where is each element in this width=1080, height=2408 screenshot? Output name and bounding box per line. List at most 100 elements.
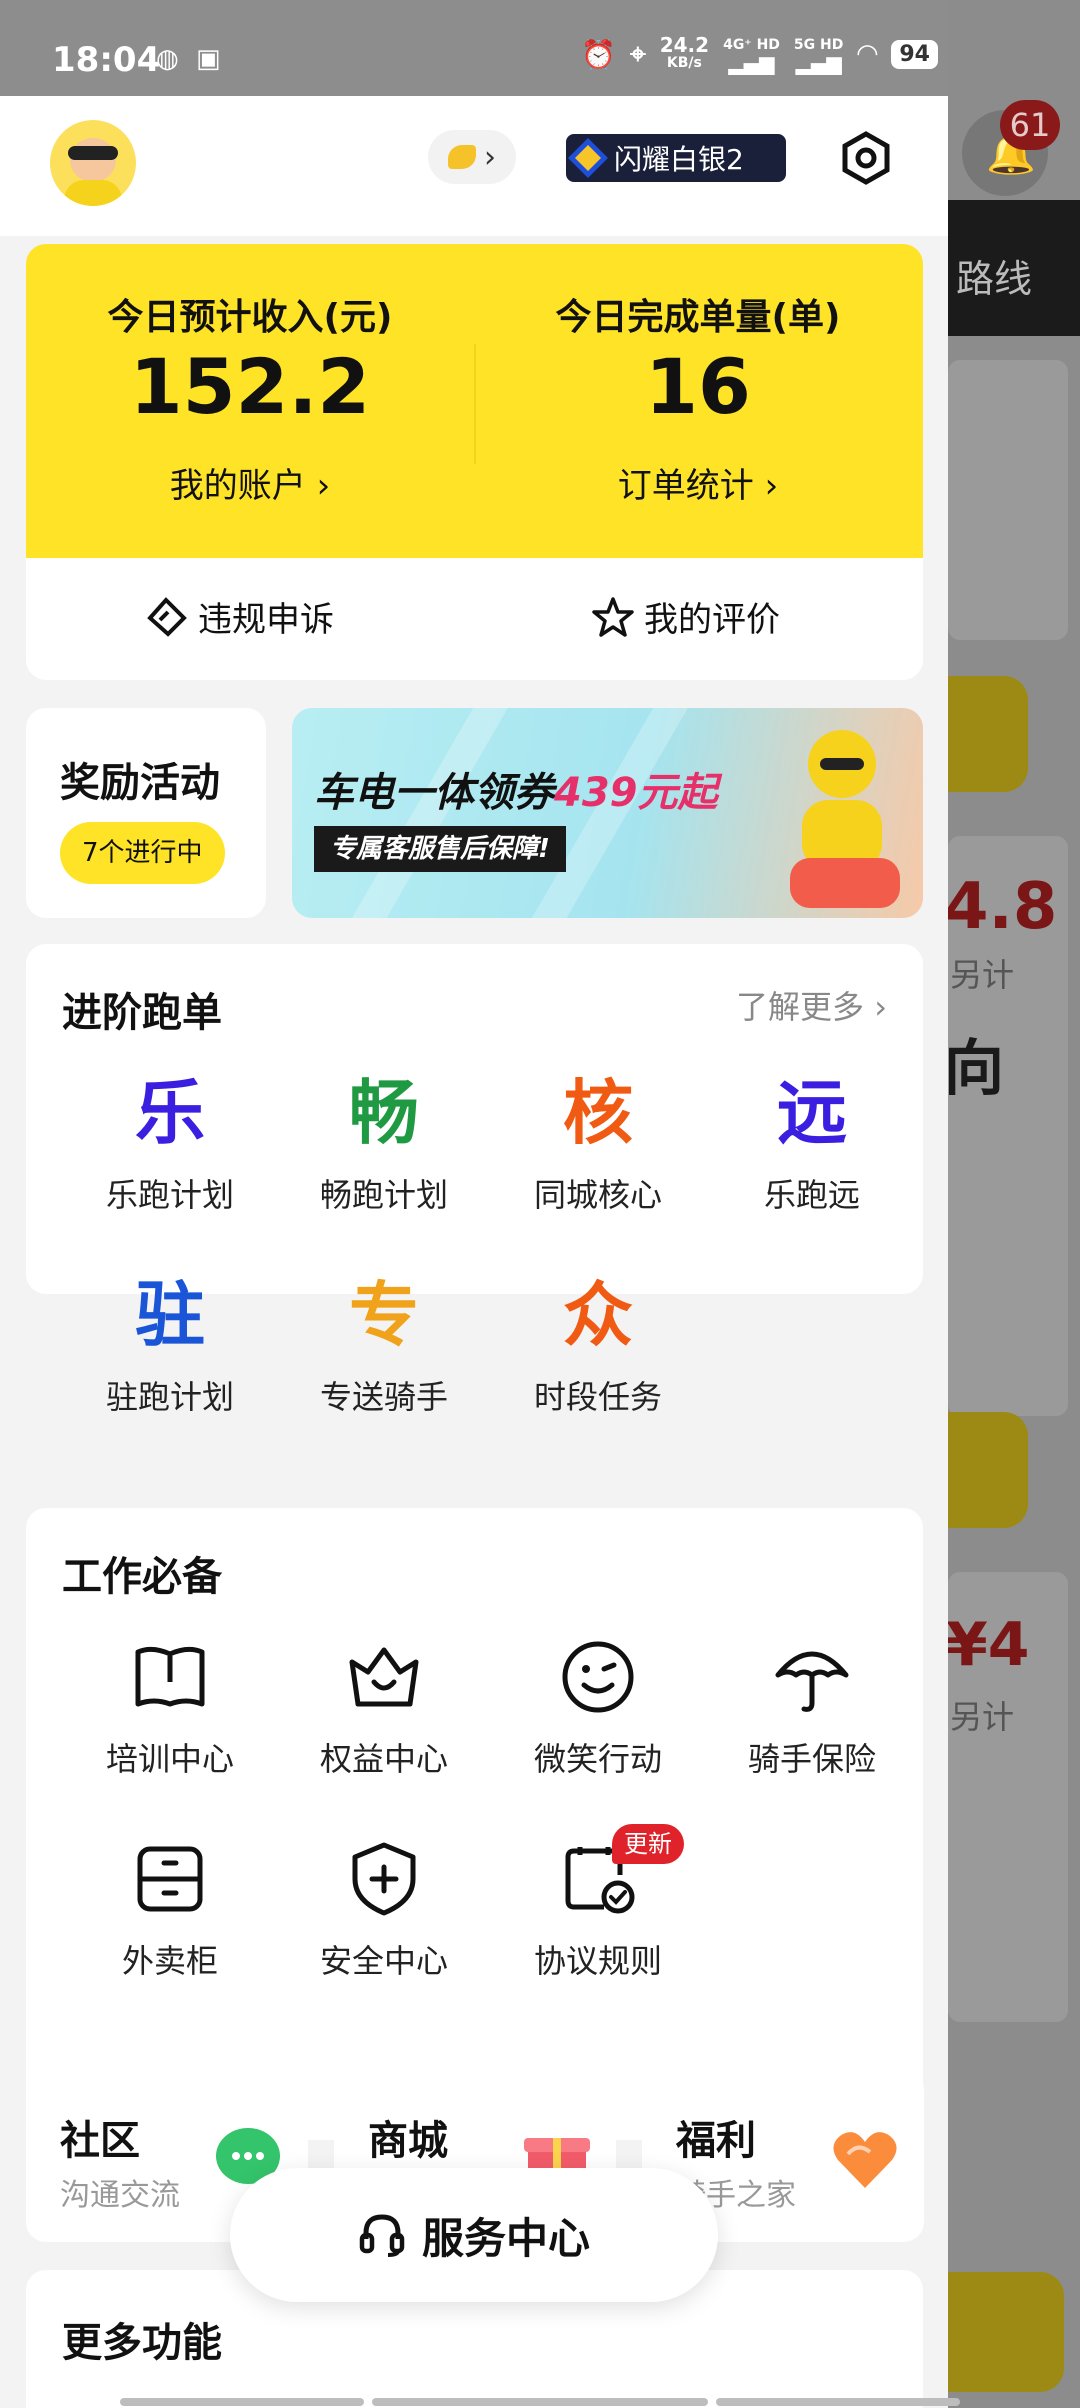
rider-insurance[interactable]: 骑手保险	[722, 1632, 902, 1780]
income-value: 152.2	[129, 342, 371, 431]
orders-label: 今日完成单量(单)	[555, 297, 841, 338]
home-indicator	[716, 2398, 960, 2406]
learn-more-link[interactable]: 了解更多 ›	[736, 982, 887, 1028]
reward-title: 奖励活动	[60, 760, 220, 806]
advanced-item-glyph: 核	[563, 1072, 633, 1154]
advanced-title: 进阶跑单	[62, 990, 222, 1036]
app-notification-icon: ▣	[196, 44, 221, 74]
rank-label: 闪耀白银2	[614, 143, 744, 176]
advanced-card: 进阶跑单 了解更多 › 乐乐跑计划畅畅跑计划核同城核心远乐跑远驻驻跑计划专专送骑…	[26, 944, 923, 1416]
background-card	[948, 360, 1068, 640]
advanced-item-label: 乐跑远	[763, 1176, 860, 1214]
locker-icon	[80, 1834, 260, 1924]
account-link[interactable]: 我的账户 ›	[26, 458, 474, 507]
advanced-item[interactable]: 畅畅跑计划	[294, 1068, 474, 1216]
headset-icon	[359, 2214, 405, 2257]
service-center-label: 服务中心	[421, 2213, 590, 2263]
advanced-item-glyph: 驻	[135, 1274, 205, 1356]
advanced-item[interactable]: 驻驻跑计划	[80, 1270, 260, 1418]
background-button	[948, 676, 1028, 792]
safety-center[interactable]: 安全中心	[294, 1834, 474, 1982]
background-amount: ¥4	[948, 1610, 1030, 1680]
chevron-right-icon: ›	[484, 139, 496, 175]
promo-banner[interactable]: 车电一体领券439元起 专属客服售后保障!	[292, 708, 923, 918]
alarm-icon: ⏰	[581, 37, 616, 71]
advanced-item[interactable]: 乐乐跑计划	[80, 1068, 260, 1216]
orders-value: 16	[645, 342, 751, 431]
background-note: 另计	[950, 1698, 1015, 1736]
background-button	[948, 2272, 1064, 2392]
order-stats-link[interactable]: 订单统计 ›	[474, 458, 922, 507]
shield-icon	[294, 1834, 474, 1924]
quick-actions: 违规申诉 我的评价	[26, 558, 923, 680]
book-icon	[80, 1632, 260, 1722]
advanced-item-glyph: 专	[349, 1274, 419, 1356]
location-icon: ⌖	[629, 37, 646, 70]
background-amount: 4.8	[948, 870, 1058, 944]
avatar[interactable]	[50, 120, 136, 206]
reward-status-pill: 7个进行中	[60, 822, 225, 884]
settings-button[interactable]	[838, 130, 894, 186]
background-note: 另计	[950, 956, 1015, 994]
home-indicator	[120, 2398, 364, 2406]
agreement-rules[interactable]: 协议规则 更新	[508, 1824, 688, 1982]
advanced-item[interactable]: 专专送骑手	[294, 1270, 474, 1418]
advanced-item-glyph: 畅	[349, 1072, 419, 1154]
net-speed: 24.2 KB/s	[659, 33, 710, 71]
rider-illustration	[790, 730, 900, 908]
background-button	[948, 1412, 1028, 1528]
benefits-center[interactable]: 权益中心	[294, 1632, 474, 1780]
banner-headline: 车电一体领券439元起	[314, 770, 718, 816]
smile-icon	[508, 1632, 688, 1722]
essentials-card: 工作必备 培训中心 权益中心 微笑行动 骑手保险 外卖柜 安全中心 协议规则 更…	[26, 1508, 923, 2140]
smile-action[interactable]: 微笑行动	[508, 1632, 688, 1780]
wifi-icon: ◠	[857, 39, 878, 69]
background-route-bar: 路线	[948, 200, 1080, 336]
appeal-button[interactable]: 违规申诉	[146, 592, 334, 641]
appeal-icon	[147, 596, 187, 637]
update-badge: 更新	[612, 1824, 684, 1864]
reward-activities-card[interactable]: 奖励活动 7个进行中	[26, 708, 266, 918]
income-column: 今日预计收入(元) 152.2 我的账户 ›	[26, 244, 474, 558]
service-center-button[interactable]: 服务中心	[230, 2168, 718, 2302]
my-reviews-button[interactable]: 我的评价	[592, 592, 780, 641]
advanced-item-glyph: 乐	[135, 1072, 205, 1154]
notification-badge: 61	[1000, 100, 1060, 150]
advanced-item-label: 同城核心	[533, 1176, 662, 1214]
umbrella-icon	[722, 1632, 902, 1722]
side-drawer: › 闪耀白银2 今日预计收入(元) 152.2 我的账户 › 今日完成单量(单)…	[0, 96, 948, 2408]
heart-icon	[833, 2132, 897, 2188]
status-bar: 18:04 ◍ ▣ ⏰ ⌖ 24.2 KB/s 4G⁺ HD ▂▄▆ 5G HD ▂▄…	[0, 0, 948, 96]
status-time: 18:04	[52, 40, 161, 80]
earnings-card: 今日预计收入(元) 152.2 我的账户 › 今日完成单量(单) 16 订单统计…	[26, 244, 923, 558]
delivery-locker[interactable]: 外卖柜	[80, 1834, 260, 1982]
coin-icon	[448, 145, 476, 169]
advanced-item-glyph: 众	[563, 1274, 633, 1356]
advanced-item[interactable]: 核同城核心	[508, 1068, 688, 1216]
rank-badge[interactable]: 闪耀白银2	[566, 134, 786, 182]
globe-icon: ◍	[156, 44, 179, 74]
more-features-title: 更多功能	[62, 2320, 222, 2366]
advanced-item[interactable]: 众时段任务	[508, 1270, 688, 1418]
advanced-item-glyph: 远	[777, 1072, 847, 1154]
signal-2: 5G HD ▂▄▆	[793, 37, 844, 75]
status-icons: ⏰ ⌖ 24.2 KB/s 4G⁺ HD ▂▄▆ 5G HD ▂▄▆ ◠ 94	[581, 33, 938, 75]
training-center[interactable]: 培训中心	[80, 1632, 260, 1780]
star-icon	[592, 596, 634, 637]
coin-button[interactable]: ›	[428, 130, 516, 184]
drawer-header: › 闪耀白银2	[0, 96, 948, 236]
route-label: 路线	[956, 257, 1033, 301]
background-direction: 向	[948, 1034, 1004, 1104]
crown-icon	[294, 1632, 474, 1722]
signal-1: 4G⁺ HD ▂▄▆	[723, 37, 780, 75]
home-indicator	[372, 2398, 708, 2406]
advanced-item[interactable]: 远乐跑远	[722, 1068, 902, 1216]
background-app: 路线 4.8 另计 向 ¥4 另计	[948, 0, 1080, 2408]
settings-icon	[842, 131, 890, 185]
advanced-item-label: 专送骑手	[319, 1378, 448, 1416]
essentials-title: 工作必备	[62, 1554, 222, 1600]
advanced-item-label: 时段任务	[533, 1378, 662, 1416]
income-label: 今日预计收入(元)	[107, 297, 393, 338]
banner-subtitle: 专属客服售后保障!	[314, 826, 566, 872]
orders-column: 今日完成单量(单) 16 订单统计 ›	[474, 244, 922, 558]
